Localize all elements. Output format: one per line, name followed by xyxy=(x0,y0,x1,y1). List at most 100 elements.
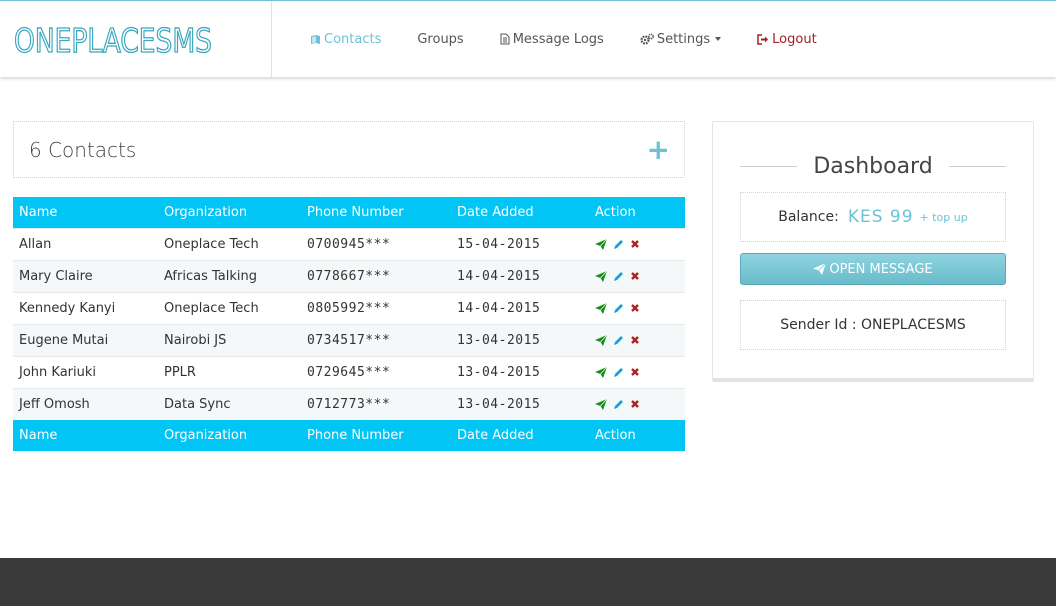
send-message-icon[interactable] xyxy=(595,302,607,314)
send-message-icon[interactable] xyxy=(595,334,607,346)
contact-actions xyxy=(589,387,685,420)
sender-id-box: Sender Id : ONEPLACESMS xyxy=(740,300,1006,350)
column-footer: Organization xyxy=(158,420,301,451)
brand-name: ONEPLACESMS xyxy=(14,21,212,59)
contact-actions xyxy=(589,323,685,356)
dashboard-panel: Dashboard Balance: KES 99 + top up OPEN … xyxy=(712,121,1034,382)
contact-organization: Oneplace Tech xyxy=(158,291,301,324)
open-message-label: OPEN MESSAGE xyxy=(829,261,933,277)
add-contact-button[interactable]: + xyxy=(647,135,670,164)
contact-phone: 0700945*** xyxy=(301,227,451,260)
contact-phone: 0805992*** xyxy=(301,291,451,324)
file-text-icon xyxy=(500,33,510,45)
table-row[interactable]: Kennedy Kanyi Oneplace Tech 0805992*** 1… xyxy=(13,291,685,324)
nav-groups[interactable]: Groups xyxy=(417,32,463,47)
table-row[interactable]: Allan Oneplace Tech 0700945*** 15-04-201… xyxy=(13,227,685,260)
delete-x-icon[interactable] xyxy=(630,367,640,377)
contact-date-added: 13-04-2015 xyxy=(451,323,589,356)
sender-id-text: Sender Id : ONEPLACESMS xyxy=(780,317,966,333)
edit-pencil-icon[interactable] xyxy=(613,303,624,314)
contacts-table: Name Organization Phone Number Date Adde… xyxy=(13,197,685,451)
column-footer: Name xyxy=(13,420,158,451)
contact-date-added: 14-04-2015 xyxy=(451,291,589,324)
edit-pencil-icon[interactable] xyxy=(613,335,624,346)
brand-logo: ONEPLACESMS xyxy=(14,20,213,59)
contact-organization: Nairobi JS xyxy=(158,323,301,356)
chevron-down-icon xyxy=(715,37,722,41)
column-header[interactable]: Organization xyxy=(158,197,301,228)
nav-message-logs-label: Message Logs xyxy=(512,31,604,47)
table-row[interactable]: Mary Claire Africas Talking 0778667*** 1… xyxy=(13,259,685,292)
nav-settings-label: Settings xyxy=(656,31,711,47)
contact-name: Jeff Omosh xyxy=(13,387,158,420)
delete-x-icon[interactable] xyxy=(630,239,640,249)
column-footer: Phone Number xyxy=(301,420,451,451)
contact-organization: Oneplace Tech xyxy=(158,227,301,260)
edit-pencil-icon[interactable] xyxy=(613,399,624,410)
send-icon xyxy=(813,263,827,275)
contact-phone: 0778667*** xyxy=(301,259,451,292)
column-header[interactable]: Name xyxy=(13,197,158,228)
delete-x-icon[interactable] xyxy=(630,303,640,313)
column-header[interactable]: Phone Number xyxy=(301,197,451,228)
table-row[interactable]: John Kariuki PPLR 0729645*** 13-04-2015 xyxy=(13,355,685,388)
table-header-row: Name Organization Phone Number Date Adde… xyxy=(13,197,685,228)
contact-organization: Africas Talking xyxy=(158,259,301,292)
contact-name: Kennedy Kanyi xyxy=(13,291,158,324)
delete-x-icon[interactable] xyxy=(630,271,640,281)
contact-actions xyxy=(589,355,685,388)
contact-organization: PPLR xyxy=(158,355,301,388)
contact-actions xyxy=(589,227,685,260)
nav-logout-label: Logout xyxy=(772,31,817,47)
brand[interactable]: ONEPLACESMS xyxy=(0,1,272,77)
delete-x-icon[interactable] xyxy=(630,335,640,345)
delete-x-icon[interactable] xyxy=(630,399,640,409)
balance-label: Balance: xyxy=(778,209,839,225)
contact-date-added: 13-04-2015 xyxy=(451,387,589,420)
table-row[interactable]: Jeff Omosh Data Sync 0712773*** 13-04-20… xyxy=(13,387,685,420)
footer xyxy=(0,558,1056,606)
send-message-icon[interactable] xyxy=(595,366,607,378)
edit-pencil-icon[interactable] xyxy=(613,239,624,250)
divider xyxy=(948,165,1007,167)
contact-name: Allan xyxy=(13,227,158,260)
nav-groups-label: Groups xyxy=(417,31,464,47)
contact-phone: 0729645*** xyxy=(301,355,451,388)
nav-contacts[interactable]: Contacts xyxy=(310,32,381,47)
edit-pencil-icon[interactable] xyxy=(613,271,624,282)
contact-name: Mary Claire xyxy=(13,259,158,292)
navbar: ONEPLACESMS Contacts Groups Message Logs… xyxy=(0,0,1056,77)
nav-settings[interactable]: Settings xyxy=(640,31,722,47)
contact-actions xyxy=(589,259,685,292)
divider xyxy=(740,165,798,167)
contact-phone: 0712773*** xyxy=(301,387,451,420)
balance-box: Balance: KES 99 + top up xyxy=(740,192,1006,242)
contact-date-added: 14-04-2015 xyxy=(451,259,589,292)
column-footer: Action xyxy=(589,420,685,451)
book-icon xyxy=(310,34,321,45)
table-footer-row: Name Organization Phone Number Date Adde… xyxy=(13,420,685,451)
table-row[interactable]: Eugene Mutai Nairobi JS 0734517*** 13-04… xyxy=(13,323,685,356)
send-message-icon[interactable] xyxy=(595,238,607,250)
sign-out-icon xyxy=(757,33,769,45)
balance-value: KES 99 xyxy=(847,207,914,227)
open-message-button[interactable]: OPEN MESSAGE xyxy=(740,253,1006,285)
nav-logout[interactable]: Logout xyxy=(757,32,817,47)
column-header[interactable]: Date Added xyxy=(451,197,589,228)
contact-phone: 0734517*** xyxy=(301,323,451,356)
contact-date-added: 15-04-2015 xyxy=(451,227,589,260)
dashboard-title: Dashboard xyxy=(813,153,933,179)
cogs-icon xyxy=(640,33,654,45)
send-message-icon[interactable] xyxy=(595,270,607,282)
main-nav: Contacts Groups Message Logs Settings Lo… xyxy=(310,1,853,77)
contact-organization: Data Sync xyxy=(158,387,301,420)
top-up-link[interactable]: + top up xyxy=(920,211,968,224)
column-footer: Date Added xyxy=(451,420,589,451)
edit-pencil-icon[interactable] xyxy=(613,367,624,378)
contact-name: John Kariuki xyxy=(13,355,158,388)
contact-date-added: 13-04-2015 xyxy=(451,355,589,388)
send-message-icon[interactable] xyxy=(595,398,607,410)
contact-actions xyxy=(589,291,685,324)
nav-message-logs[interactable]: Message Logs xyxy=(500,32,604,47)
column-header: Action xyxy=(589,197,685,228)
